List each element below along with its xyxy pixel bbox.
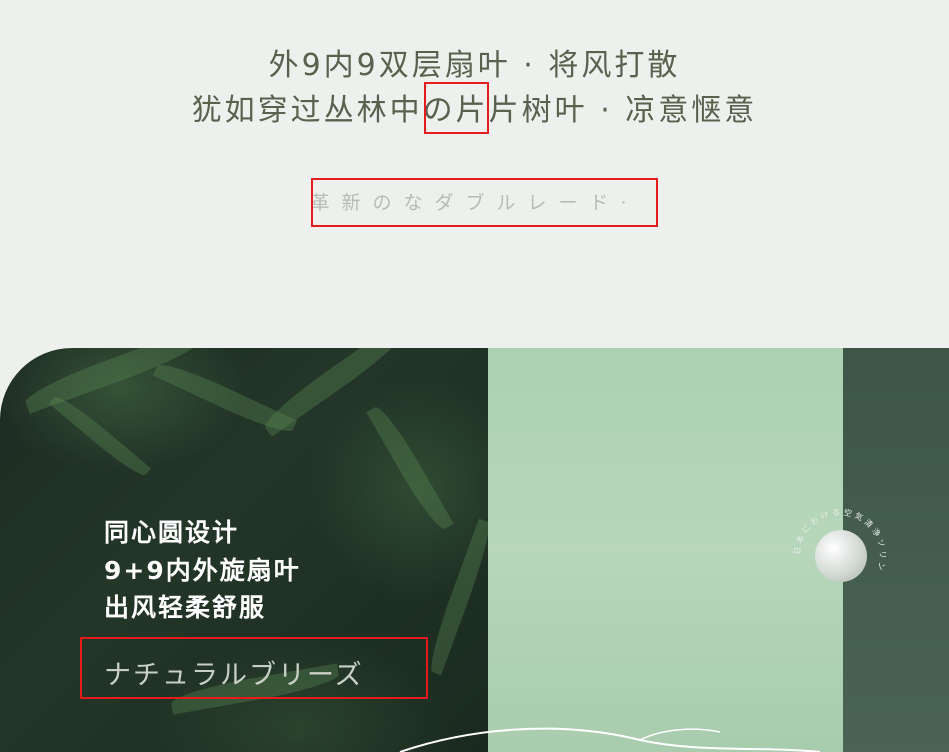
tagline-line-1: 外9内9双层扇叶 · 将风打散 <box>268 48 681 83</box>
highlight-box-jp-subtitle <box>311 178 658 227</box>
top-copy-section: 外9内9双层扇叶 · 将风打散 犹如穿过丛林中の片片树叶 · 凉意惬意 革新のな… <box>0 0 949 348</box>
highlight-box-jp-tagline <box>80 637 428 699</box>
highlight-box-no <box>424 82 489 134</box>
